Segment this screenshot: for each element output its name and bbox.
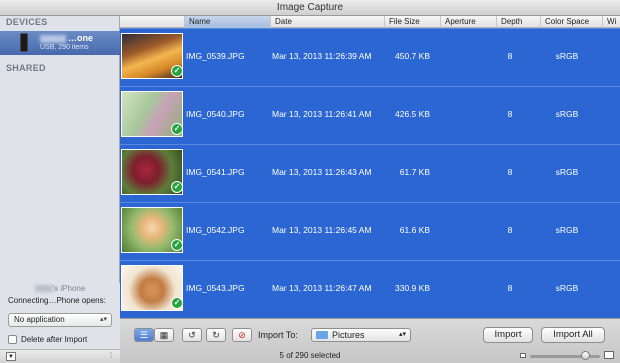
delete-icon[interactable]: ⊘ [232, 328, 252, 342]
window-title: Image Capture [0, 0, 620, 16]
file-size: 450.7 KB [395, 51, 430, 61]
table-row[interactable]: ✓ IMG_0540.JPG Mar 13, 2013 11:26:41 AM … [120, 86, 620, 144]
device-name: …one [68, 33, 94, 43]
file-depth: 8 [507, 225, 513, 235]
small-thumbnail-icon [520, 353, 526, 358]
image-list[interactable]: ✓ IMG_0539.JPG Mar 13, 2013 11:26:39 AM … [120, 28, 620, 318]
file-size: 61.6 KB [399, 225, 430, 235]
file-color-space: sRGB [555, 51, 579, 61]
file-color-space: sRGB [555, 283, 579, 293]
downloaded-check-icon: ✓ [171, 239, 183, 251]
file-name: IMG_0543.JPG [186, 283, 245, 293]
file-depth: 8 [507, 109, 513, 119]
delete-after-import-checkbox[interactable] [8, 335, 17, 345]
column-file-size[interactable]: File Size [384, 16, 440, 28]
column-depth[interactable]: Depth [496, 16, 540, 28]
bottom-toolbar: ☰ ▦ ↺ ↻ ⊘ Import To: Pictures ▴▾ Import … [120, 318, 620, 363]
folder-icon [316, 331, 328, 339]
downloaded-check-icon: ✓ [171, 297, 183, 309]
column-header: Name Date File Size Aperture Depth Color… [120, 16, 620, 28]
column-width[interactable]: Wi [602, 16, 620, 28]
import-all-button[interactable]: Import All [541, 327, 605, 343]
column-date[interactable]: Date [270, 16, 384, 28]
import-to-label: Import To: [258, 330, 298, 340]
column-color-space[interactable]: Color Space [540, 16, 602, 28]
file-date: Mar 13, 2013 11:26:47 AM [272, 283, 372, 293]
thumbnail-size-slider[interactable] [530, 351, 600, 360]
file-depth: 8 [507, 167, 513, 177]
list-view-icon[interactable]: ☰ [134, 328, 154, 342]
selection-status: 5 of 290 selected [279, 351, 341, 360]
rotate-left-icon[interactable]: ↺ [182, 328, 202, 342]
popup-arrows-icon: ▴▾ [99, 316, 107, 323]
phone-label: 's iPhone [52, 284, 86, 293]
table-row[interactable]: ✓ IMG_0539.JPG Mar 13, 2013 11:26:39 AM … [120, 28, 620, 86]
sidebar: DEVICES …one USB, 290 items SHARED 's iP… [0, 16, 120, 363]
file-name: IMG_0541.JPG [186, 167, 245, 177]
file-name: IMG_0542.JPG [186, 225, 245, 235]
delete-after-import-row[interactable]: Delete after Import [8, 335, 88, 345]
device-item-iphone[interactable]: …one USB, 290 items [0, 31, 120, 55]
redacted-name [40, 34, 66, 43]
table-row[interactable]: ✓ IMG_0542.JPG Mar 13, 2013 11:26:45 AM … [120, 202, 620, 260]
file-date: Mar 13, 2013 11:26:45 AM [272, 225, 372, 235]
file-color-space: sRGB [555, 167, 579, 177]
file-size: 330.9 KB [395, 283, 430, 293]
delete-after-import-label: Delete after Import [21, 335, 88, 344]
grid-view-icon[interactable]: ▦ [154, 328, 174, 342]
disclosure-icon[interactable]: ▼ [6, 352, 16, 361]
file-name: IMG_0540.JPG [186, 109, 245, 119]
redacted-owner [34, 285, 53, 293]
iphone-icon [20, 33, 28, 52]
open-app-select[interactable]: No application ▴▾ [8, 313, 112, 327]
import-button[interactable]: Import [483, 327, 533, 343]
file-color-space: sRGB [555, 225, 579, 235]
downloaded-check-icon: ✓ [171, 181, 183, 193]
connecting-text: Connecting…Phone opens: [8, 296, 106, 305]
file-name: IMG_0539.JPG [186, 51, 245, 61]
import-destination-value: Pictures [332, 330, 365, 340]
shared-heading: SHARED [6, 63, 46, 73]
file-depth: 8 [507, 51, 513, 61]
file-size: 426.5 KB [395, 109, 430, 119]
downloaded-check-icon: ✓ [171, 65, 183, 77]
resize-grip-icon[interactable]: ⁞ [110, 351, 112, 360]
table-row[interactable]: ✓ IMG_0543.JPG Mar 13, 2013 11:26:47 AM … [120, 260, 620, 318]
large-thumbnail-icon [604, 351, 614, 359]
file-size: 61.7 KB [399, 167, 430, 177]
file-date: Mar 13, 2013 11:26:43 AM [272, 167, 372, 177]
downloaded-check-icon: ✓ [171, 123, 183, 135]
column-name[interactable]: Name [184, 16, 270, 28]
file-color-space: sRGB [555, 109, 579, 119]
table-row[interactable]: ✓ IMG_0541.JPG Mar 13, 2013 11:26:43 AM … [120, 144, 620, 202]
file-date: Mar 13, 2013 11:26:41 AM [272, 109, 372, 119]
import-destination-select[interactable]: Pictures ▴▾ [311, 328, 411, 342]
sidebar-bottom-bar: ▼ ⁞ [0, 349, 120, 363]
device-subtitle: USB, 290 items [40, 44, 89, 51]
file-date: Mar 13, 2013 11:26:39 AM [272, 51, 372, 61]
open-app-value: No application [14, 315, 65, 324]
slider-knob[interactable] [581, 351, 590, 360]
file-depth: 8 [507, 283, 513, 293]
column-aperture[interactable]: Aperture [440, 16, 496, 28]
devices-heading: DEVICES [6, 17, 48, 27]
rotate-right-icon[interactable]: ↻ [206, 328, 226, 342]
popup-arrows-icon: ▴▾ [398, 331, 406, 338]
